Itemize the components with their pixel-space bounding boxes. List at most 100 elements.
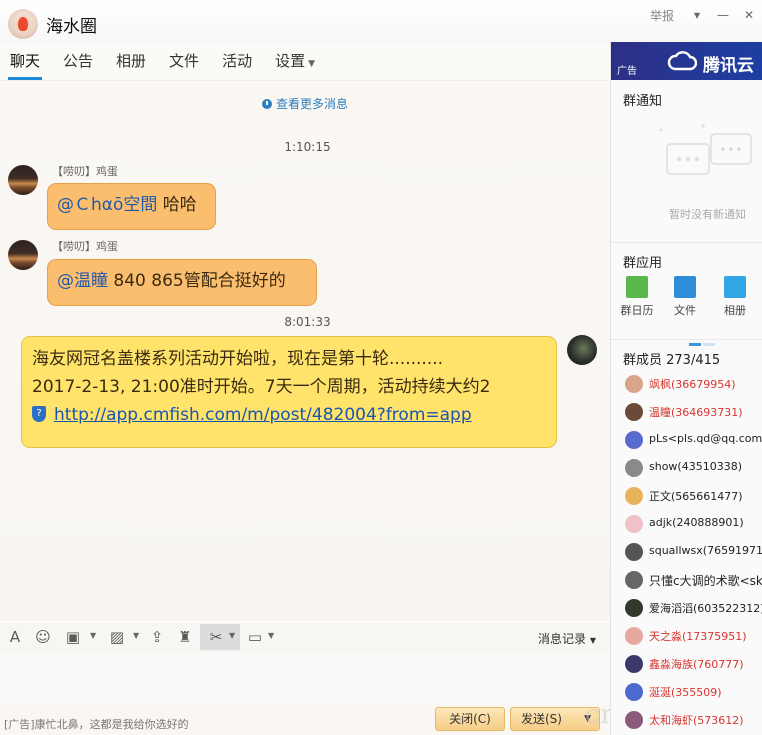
avatar	[625, 459, 643, 477]
mention[interactable]: @Ｃhαō空間	[57, 195, 157, 215]
font-icon[interactable]: A	[6, 628, 24, 646]
footer-ad-link[interactable]: [广告]康忙北鼻，这都是我给你选好的	[4, 716, 189, 732]
avatar	[625, 403, 643, 421]
photo-icon	[724, 276, 746, 298]
apps-pager[interactable]	[689, 331, 729, 346]
dropdown-chevron-icon[interactable]: ▾	[684, 8, 710, 22]
tab-label: 设置	[275, 52, 306, 70]
message-input[interactable]	[0, 652, 610, 704]
member-item[interactable]: 涎涎(355509)	[623, 682, 762, 702]
close-window-button[interactable]: ✕	[736, 8, 762, 22]
member-item[interactable]: 正文(565661477)	[623, 486, 762, 506]
tab-settings[interactable]: 设置 ▼	[275, 50, 315, 80]
member-item[interactable]: 温瞳(364693731)	[623, 402, 762, 422]
group-apps-title: 群应用	[623, 256, 663, 271]
title-bar: 海水圈 举报 ▾ — ✕	[0, 0, 762, 44]
avatar	[625, 599, 643, 617]
chevron-down-icon[interactable]: ▼	[90, 631, 96, 640]
member-item[interactable]: 飒枫(36679954)	[623, 374, 762, 394]
app-album[interactable]: 相册	[713, 276, 757, 318]
member-name: 爱海滔滔(603522312)	[649, 602, 762, 615]
app-calendar[interactable]: 群日历	[615, 276, 659, 318]
tab-label: 文件	[169, 52, 200, 70]
member-item[interactable]: adjk(240888901)	[623, 514, 762, 534]
tab-label: 公告	[63, 52, 94, 70]
empty-notice-illustration	[659, 124, 752, 175]
member-name: 正文(565661477)	[649, 490, 743, 503]
emoji-icon[interactable]: ☺	[34, 628, 52, 646]
tab-label: 活动	[222, 52, 253, 70]
send-label: 发送(S)	[521, 712, 562, 726]
member-item[interactable]: 天之淼(17375951)	[623, 626, 762, 646]
sender-name: 【唠叨】鸡蛋	[52, 240, 118, 253]
message-history-button[interactable]: 消息记录 ▼	[538, 630, 596, 647]
member-item[interactable]: 只懂c大调的术歌<skd	[623, 570, 762, 590]
member-item[interactable]: 爱海滔滔(603522312)	[623, 598, 762, 618]
cloud-logo-icon	[667, 51, 697, 71]
avatar	[625, 655, 643, 673]
view-more-messages-link[interactable]: 查看更多消息	[0, 95, 610, 112]
gif-icon[interactable]: ▣	[64, 628, 82, 646]
gift-icon[interactable]: ♜	[176, 628, 194, 646]
member-item[interactable]: 鑫淼海族(760777)	[623, 654, 762, 674]
message-bubble[interactable]: @温瞳 840 865管配合挺好的	[47, 259, 317, 306]
message-bubble[interactable]: 海友网冠名盖楼系列活动开始啦，现在是第十轮.......... 2017-2-1…	[21, 336, 557, 448]
upload-icon[interactable]: ⇪	[148, 628, 166, 646]
tab-album[interactable]: 相册	[116, 50, 146, 80]
avatar	[625, 375, 643, 393]
screen-share-icon[interactable]: ▭	[246, 628, 264, 646]
member-name: 天之淼(17375951)	[649, 630, 747, 643]
avatar	[625, 571, 643, 589]
chevron-down-icon[interactable]: ▼	[268, 631, 274, 640]
tab-chat[interactable]: 聊天	[7, 50, 43, 80]
ad-banner[interactable]: 广告 腾讯云	[611, 42, 762, 80]
member-name: adjk(240888901)	[649, 516, 744, 529]
member-item[interactable]: show(43510338)	[623, 458, 762, 478]
minimize-button[interactable]: —	[710, 8, 736, 22]
calendar-icon	[626, 276, 648, 298]
input-toolbar: A ☺ ▣ ▼ ▨ ▼ ⇪ ♜ ✂ ▼ ▭ ▼ 消息记录 ▼	[0, 622, 610, 652]
tab-activity[interactable]: 活动	[222, 50, 252, 80]
group-avatar[interactable]	[8, 9, 38, 39]
message-text: 海友网冠名盖楼系列活动开始啦，现在是第十轮..........	[32, 349, 444, 369]
close-button[interactable]: 关闭(C)	[435, 707, 505, 731]
group-members-title: 群成员 273/415	[623, 353, 721, 368]
avatar[interactable]	[567, 335, 597, 365]
message-link[interactable]: http://app.cmfish.com/m/post/482004?from…	[54, 405, 472, 425]
message-bubble[interactable]: @Ｃhαō空間 哈哈	[47, 183, 216, 230]
chevron-down-icon[interactable]: ▼	[229, 631, 235, 640]
app-label: 文件	[674, 304, 696, 317]
mention[interactable]: @温瞳	[57, 271, 108, 291]
app-label: 相册	[724, 304, 746, 317]
tab-announcement[interactable]: 公告	[63, 50, 93, 80]
member-item[interactable]: 太和海虾(573612)	[623, 710, 762, 730]
member-name: 鑫淼海族(760777)	[649, 658, 744, 671]
member-name: 只懂c大调的术歌<skd	[649, 574, 762, 588]
chat-message-area[interactable]: 查看更多消息 1:10:15 【唠叨】鸡蛋 @Ｃhαō空間 哈哈 【唠叨】鸡蛋 …	[0, 81, 610, 621]
sender-name: 【唠叨】鸡蛋	[52, 165, 118, 178]
avatar[interactable]	[8, 240, 38, 270]
chevron-down-icon[interactable]: ▼	[133, 631, 139, 640]
avatar	[625, 515, 643, 533]
message-text: 840 865管配合挺好的	[108, 271, 286, 291]
message-timestamp: 8:01:33	[284, 315, 331, 329]
member-name: 温瞳(364693731)	[649, 406, 743, 419]
no-notice-text: 暂时没有新通知	[669, 208, 746, 221]
more-messages-label: 查看更多消息	[275, 97, 348, 111]
message-text: 哈哈	[157, 195, 197, 215]
avatar[interactable]	[8, 165, 38, 195]
member-item[interactable]: squallwsx(76591971)	[623, 542, 762, 562]
image-icon[interactable]: ▨	[108, 628, 126, 646]
member-name: pLs<pls.qd@qq.com>	[649, 432, 762, 445]
avatar	[625, 711, 643, 729]
chevron-down-icon: ▼	[308, 59, 316, 69]
member-item[interactable]: pLs<pls.qd@qq.com>	[623, 430, 762, 450]
report-button[interactable]: 举报	[650, 7, 674, 24]
avatar	[625, 683, 643, 701]
tab-files[interactable]: 文件	[169, 50, 199, 80]
avatar	[625, 627, 643, 645]
message-timestamp: 1:10:15	[284, 140, 331, 154]
file-icon	[674, 276, 696, 298]
app-files[interactable]: 文件	[663, 276, 707, 318]
scissors-icon[interactable]: ✂	[207, 628, 225, 646]
